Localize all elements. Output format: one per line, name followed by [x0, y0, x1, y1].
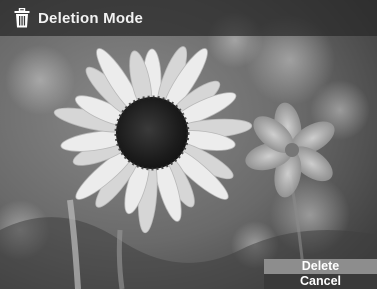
- cancel-button[interactable]: Cancel: [264, 274, 377, 289]
- camera-screen: Deletion Mode Delete Cancel: [0, 0, 377, 289]
- trash-icon: [14, 8, 30, 28]
- delete-button[interactable]: Delete: [264, 259, 377, 274]
- sunflower-photo: [0, 0, 377, 289]
- deletion-menu: Delete Cancel: [264, 259, 377, 289]
- mode-title: Deletion Mode: [38, 9, 144, 27]
- title-bar: Deletion Mode: [0, 0, 377, 36]
